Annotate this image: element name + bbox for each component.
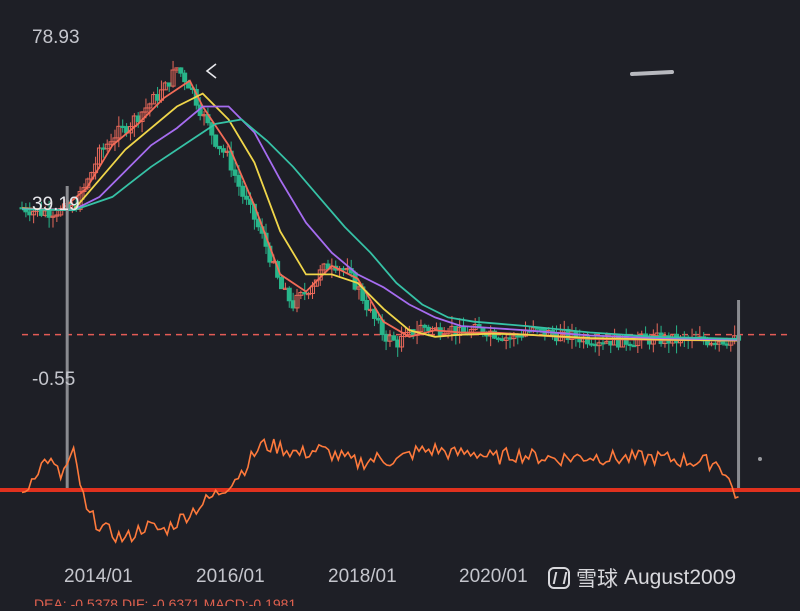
candle-down [364, 299, 370, 311]
x-label-2020: 2020/01 [459, 566, 528, 587]
y-label-top: 78.93 [32, 27, 80, 48]
stock-chart [0, 60, 800, 544]
x-label-2018: 2018/01 [328, 566, 397, 587]
annotation-stroke [630, 70, 674, 76]
x-label-2016: 2016/01 [196, 566, 265, 587]
watermark-site: 雪球 [576, 568, 618, 591]
ma-fast-line [21, 79, 739, 342]
y-label-low: -0.55 [32, 369, 76, 390]
candle-down [236, 174, 242, 187]
watermark-user: August2009 [624, 566, 737, 589]
x-label-2014: 2014/01 [64, 566, 133, 587]
candle-down [240, 185, 246, 197]
cursor-arrow-icon [205, 63, 217, 79]
candle-down [232, 169, 238, 176]
indicator-legend-text: DEA: -0.5378 DIF: -0.6371 MACD:-0.1981 [34, 596, 297, 606]
watermark: 雪球 August2009 [548, 563, 736, 593]
candle-down [182, 72, 188, 83]
indicator-legend-strip: DEA: -0.5378 DIF: -0.6371 MACD:-0.1981 [0, 596, 800, 606]
candle-down [279, 276, 285, 290]
indicator-dot [758, 457, 762, 461]
y-label-mid: 39.19 [32, 194, 80, 215]
candle-down [391, 335, 397, 341]
candle-down [286, 287, 292, 302]
chart-stage: 78.93 -0.55 39.19 2014/01 2016/01 2018/0… [0, 0, 800, 606]
snowball-logo-icon [548, 567, 570, 589]
candle-down [213, 134, 219, 147]
candle-down [178, 67, 184, 74]
